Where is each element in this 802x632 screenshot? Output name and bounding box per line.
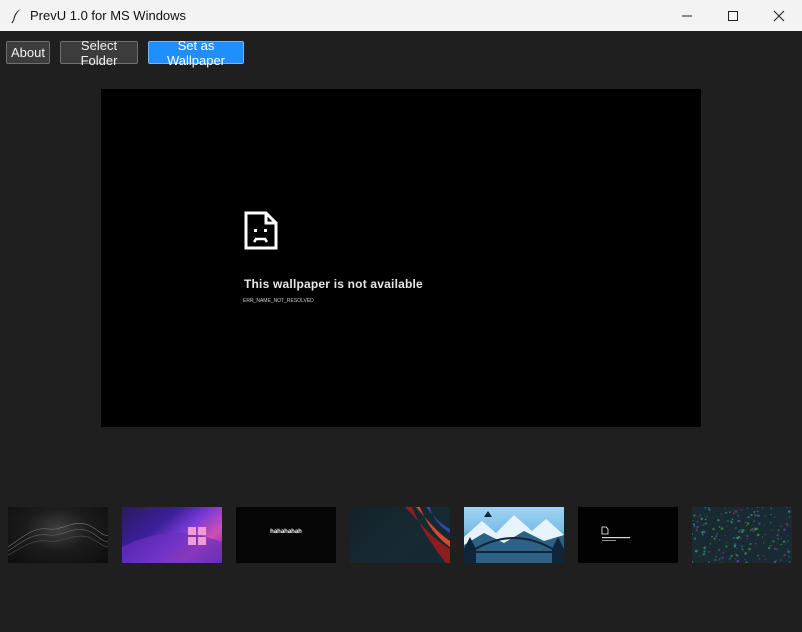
- window-title: PrevU 1.0 for MS Windows: [30, 8, 187, 23]
- error-code: ERR_NAME_NOT_RESOLVED: [243, 298, 314, 304]
- select-folder-button[interactable]: Select Folder: [60, 38, 138, 68]
- thumbnail-dark-waves[interactable]: [8, 507, 108, 563]
- set-as-wallpaper-button[interactable]: Set as Wallpaper: [148, 38, 244, 68]
- thumbnail-mountain-bridge[interactable]: [464, 507, 564, 563]
- thumbnail-strip[interactable]: hahahahah: [8, 507, 802, 563]
- thumbnail-purple-windows-logo[interactable]: [122, 507, 222, 563]
- thumbnail-colorful-dots[interactable]: [692, 507, 792, 563]
- colorful-dots-pattern: [692, 507, 791, 563]
- toolbar: About Select Folder Set as Wallpaper: [6, 38, 244, 68]
- window-controls: [664, 0, 802, 31]
- wallpaper-preview: This wallpaper is not available ERR_NAME…: [101, 89, 701, 427]
- thumbnail-dark-red-curves[interactable]: [350, 507, 450, 563]
- thumbnail-not-available[interactable]: [578, 507, 678, 563]
- thumbnail-text: hahahahah: [270, 529, 302, 535]
- error-title: This wallpaper is not available: [244, 277, 423, 291]
- feather-icon: [8, 7, 26, 25]
- close-icon[interactable]: [756, 0, 802, 31]
- about-button[interactable]: About: [6, 41, 50, 64]
- title-bar: PrevU 1.0 for MS Windows: [0, 0, 802, 31]
- minimize-icon[interactable]: [664, 0, 710, 31]
- maximize-icon[interactable]: [710, 0, 756, 31]
- thumbnail-hahahahah[interactable]: hahahahah: [236, 507, 336, 563]
- sad-document-icon: [244, 211, 278, 250]
